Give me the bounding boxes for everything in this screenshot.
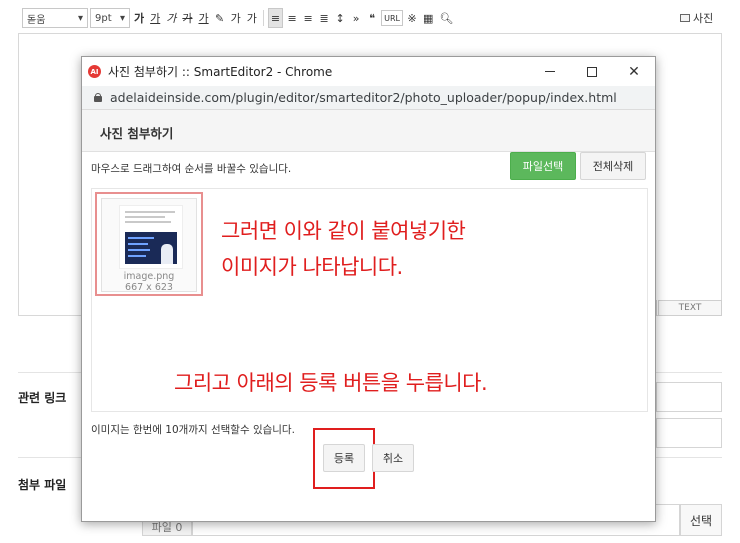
photo-upload-popup: AI 사진 첨부하기 :: SmartEditor2 - Chrome ✕ ad… — [81, 56, 656, 522]
preview-line — [125, 211, 175, 213]
editor-toolbar: 돋움 ▾ 9pt ▾ 가 가 가 가 가 ✎ 가 가 ≡ ≡ ≡ ≣ ↕ » ❝… — [22, 6, 722, 30]
file-select-button[interactable]: 파일선택 — [510, 152, 576, 180]
font-family-select[interactable]: 돋움 ▾ — [22, 8, 88, 28]
url-text[interactable]: adelaideinside.com/plugin/editor/smarted… — [110, 90, 617, 105]
text-mode-tab[interactable]: TEXT — [658, 300, 722, 316]
attachment-label: 첨부 파일 — [18, 478, 67, 492]
preview-stripe — [128, 243, 148, 245]
popup-heading: 사진 첨부하기 — [100, 126, 174, 141]
window-controls: ✕ — [529, 57, 655, 86]
file-select-button[interactable]: 선택 — [680, 504, 722, 536]
lock-icon — [94, 93, 102, 102]
annotation-line-3: 그리고 아래의 등록 버튼을 누릅니다. — [174, 371, 488, 395]
table-icon[interactable]: ▦ — [421, 8, 435, 28]
mode-tab-divider — [656, 300, 657, 316]
preview-line — [125, 216, 165, 218]
related-link-input-2[interactable] — [656, 418, 722, 448]
maximize-icon — [587, 66, 597, 77]
font-size-select[interactable]: 9pt ▾ — [90, 8, 130, 28]
subscript-button[interactable]: 가 — [245, 8, 259, 28]
underline-button[interactable]: 가 — [148, 8, 162, 28]
url-button[interactable]: URL — [381, 10, 403, 26]
highlight-color-icon[interactable]: ✎ — [213, 8, 227, 28]
image-thumbnail[interactable]: image.png 667 x 623 — [101, 198, 197, 293]
minimize-icon — [545, 71, 555, 72]
delete-all-button[interactable]: 전체삭제 — [580, 152, 646, 180]
font-color-button[interactable]: 가 — [197, 8, 211, 28]
chevron-down-icon: ▾ — [119, 12, 125, 24]
thumbnail-dimensions: 667 x 623 — [125, 282, 173, 293]
upload-limit-text: 이미지는 한번에 10개까지 선택할수 있습니다. — [91, 424, 295, 436]
close-button[interactable]: ✕ — [613, 57, 655, 86]
photo-icon — [680, 14, 690, 22]
annotation-line-2: 이미지가 나타납니다. — [221, 255, 403, 279]
align-justify-icon[interactable]: ≣ — [317, 8, 331, 28]
address-bar: adelaideinside.com/plugin/editor/smarted… — [82, 86, 655, 110]
minimize-button[interactable] — [529, 57, 571, 86]
close-icon: ✕ — [628, 63, 640, 80]
font-family-value: 돋움 — [27, 14, 46, 26]
find-icon[interactable]: 🔍︎ — [437, 8, 455, 28]
align-right-icon[interactable]: ≡ — [301, 8, 315, 28]
align-center-icon[interactable]: ≡ — [285, 8, 299, 28]
special-char-icon[interactable]: ※ — [405, 8, 419, 28]
window-titlebar: AI 사진 첨부하기 :: SmartEditor2 - Chrome ✕ — [82, 57, 655, 86]
preview-stripe — [128, 237, 154, 239]
chevron-down-icon: ▾ — [77, 12, 83, 24]
bold-button[interactable]: 가 — [132, 8, 146, 28]
window-title: 사진 첨부하기 :: SmartEditor2 - Chrome — [108, 65, 333, 79]
line-height-icon[interactable]: ↕ — [333, 8, 347, 28]
preview-line — [125, 221, 171, 223]
editor-top-border — [19, 33, 721, 34]
cancel-button[interactable]: 취소 — [372, 444, 414, 472]
font-size-value: 9pt — [95, 12, 112, 24]
thumbnail-filename: image.png — [123, 271, 175, 282]
related-link-label: 관련 링크 — [18, 391, 67, 405]
thumbnail-preview — [119, 205, 183, 269]
related-link-input-1[interactable] — [656, 382, 722, 412]
toolbar-divider — [262, 10, 264, 26]
maximize-button[interactable] — [571, 57, 613, 86]
thumbnail-highlight: image.png 667 x 623 — [95, 192, 203, 296]
preview-banner — [125, 232, 177, 264]
app-icon: AI — [88, 65, 101, 78]
superscript-button[interactable]: 가 — [229, 8, 243, 28]
photo-attach-button[interactable]: 사진 — [680, 10, 713, 26]
register-button[interactable]: 등록 — [323, 444, 365, 472]
italic-button[interactable]: 가 — [164, 8, 178, 28]
more-icon[interactable]: » — [349, 8, 363, 28]
photo-label: 사진 — [693, 12, 714, 25]
quote-icon[interactable]: ❝ — [365, 8, 379, 28]
preview-stripe — [128, 255, 146, 257]
preview-stripe — [128, 249, 150, 251]
annotation-line-1: 그러면 이와 같이 붙여넣기한 — [221, 219, 466, 243]
align-left-icon[interactable]: ≡ — [267, 8, 284, 28]
strikethrough-button[interactable]: 가 — [180, 8, 194, 28]
drag-hint: 마우스로 드래그하여 순서를 바꿀수 있습니다. — [91, 163, 292, 175]
popup-header: 사진 첨부하기 — [82, 110, 655, 152]
preview-figure — [161, 244, 173, 264]
